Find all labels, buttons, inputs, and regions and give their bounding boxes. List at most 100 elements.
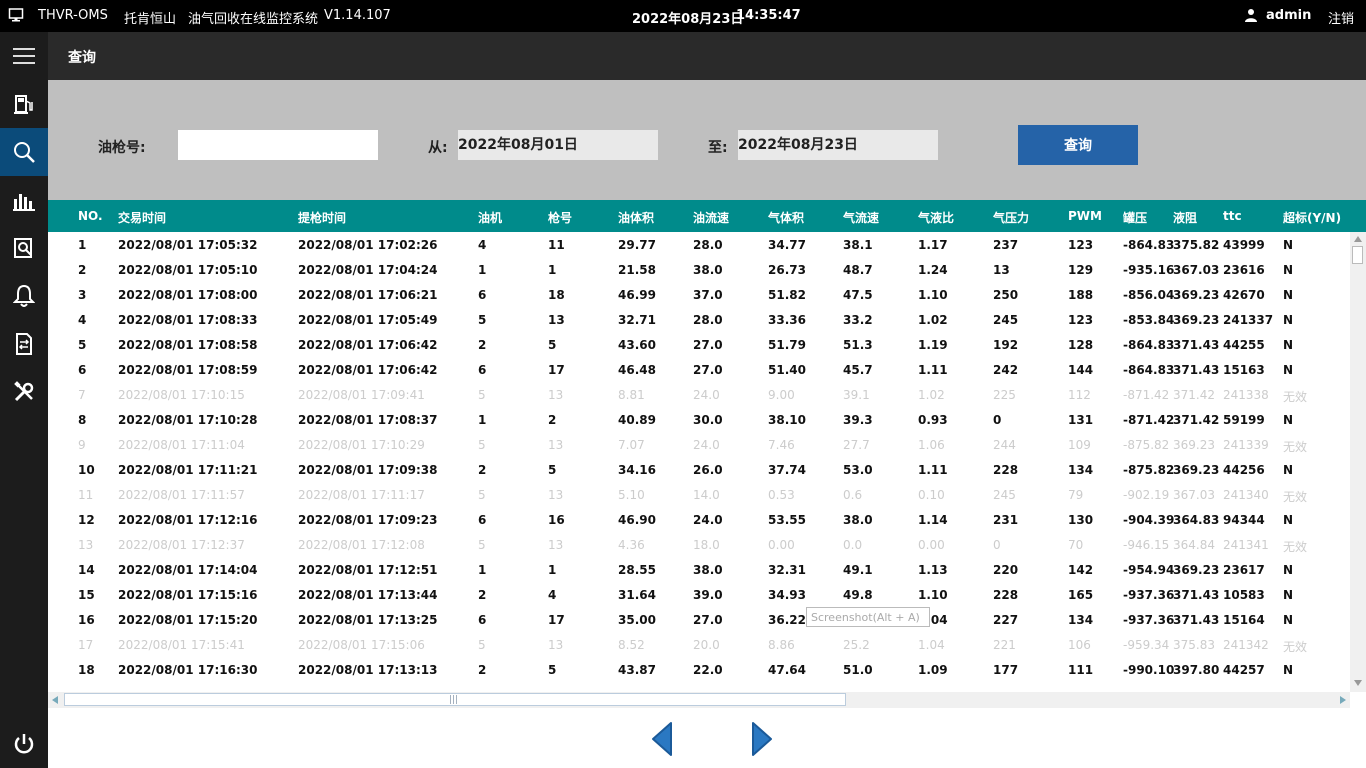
table-cell: 24.0	[693, 388, 720, 402]
logout-link[interactable]: 注销	[1328, 8, 1354, 27]
table-cell: 43999	[1223, 238, 1265, 252]
column-header[interactable]: 油流速	[693, 209, 729, 226]
table-cell: 38.10	[768, 413, 806, 427]
table-cell: 244	[993, 438, 1016, 452]
column-header[interactable]: 油体积	[618, 209, 654, 226]
column-header[interactable]: 超标(Y/N)	[1283, 209, 1341, 226]
table-row[interactable]: 11 2022/08/01 17:11:57 2022/08/01 17:11:17…	[48, 482, 1350, 507]
table-row[interactable]: 4 2022/08/01 17:08:33 2022/08/01 17:05:49 5…	[48, 307, 1350, 332]
sidebar-item-fueling[interactable]	[0, 80, 48, 128]
sidebar-item-statistics[interactable]	[0, 176, 48, 224]
table-cell: -937.36	[1123, 613, 1175, 627]
from-date-field[interactable]: 2022年08月01日	[458, 130, 658, 160]
table-row[interactable]: 7 2022/08/01 17:10:15 2022/08/01 17:09:41 5…	[48, 382, 1350, 407]
table-row[interactable]: 5 2022/08/01 17:08:58 2022/08/01 17:06:42 2…	[48, 332, 1350, 357]
vertical-scrollbar[interactable]	[1350, 232, 1366, 692]
table-row[interactable]: 12 2022/08/01 17:12:16 2022/08/01 17:09:23…	[48, 507, 1350, 532]
table-cell: 53.0	[843, 463, 873, 477]
table-cell: 1.09	[918, 663, 948, 677]
scroll-up-arrow-icon[interactable]	[1354, 236, 1362, 242]
scroll-right-arrow-icon[interactable]	[1340, 696, 1346, 704]
table-row[interactable]: 13 2022/08/01 17:12:37 2022/08/01 17:12:08…	[48, 532, 1350, 557]
table-cell: 94344	[1223, 513, 1265, 527]
column-header[interactable]: 液阻	[1173, 209, 1197, 226]
table-cell: 49.8	[843, 588, 873, 602]
menu-toggle-button[interactable]	[0, 32, 48, 80]
table-cell: 13	[548, 388, 564, 402]
hamburger-icon	[13, 48, 35, 64]
table-row[interactable]: 6 2022/08/01 17:08:59 2022/08/01 17:06:42 6…	[48, 357, 1350, 382]
table-cell: 2022/08/01 17:11:21	[118, 463, 258, 477]
power-button[interactable]	[0, 720, 48, 768]
table-row[interactable]: 3 2022/08/01 17:08:00 2022/08/01 17:06:21 6…	[48, 282, 1350, 307]
bar-chart-icon	[13, 194, 35, 211]
username[interactable]: admin	[1266, 8, 1311, 23]
vertical-scroll-thumb[interactable]	[1352, 246, 1363, 264]
sidebar-item-query[interactable]	[0, 128, 48, 176]
table-row[interactable]: 10 2022/08/01 17:11:21 2022/08/01 17:09:38…	[48, 457, 1350, 482]
table-row[interactable]: 1 2022/08/01 17:05:32 2022/08/01 17:02:26 4…	[48, 232, 1350, 257]
horizontal-scroll-thumb[interactable]: |||	[64, 693, 846, 706]
table-cell: 241338	[1223, 388, 1269, 402]
table-row[interactable]: 17 2022/08/01 17:15:41 2022/08/01 17:15:06…	[48, 632, 1350, 657]
table-cell: 225	[993, 388, 1016, 402]
table-cell: 364.83	[1173, 513, 1220, 527]
table-cell: 2022/08/01 17:08:58	[118, 338, 258, 352]
table-cell: 11	[78, 488, 94, 502]
column-header[interactable]: 气体积	[768, 209, 804, 226]
to-date-field[interactable]: 2022年08月23日	[738, 130, 938, 160]
table-row[interactable]: 9 2022/08/01 17:11:04 2022/08/01 17:10:29 5…	[48, 432, 1350, 457]
table-cell: 1.06	[918, 438, 945, 452]
table-cell: 36.22	[768, 613, 806, 627]
table-cell: 27.0	[693, 338, 723, 352]
scroll-down-arrow-icon[interactable]	[1354, 680, 1362, 686]
table-row[interactable]: 2 2022/08/01 17:05:10 2022/08/01 17:04:24 1…	[48, 257, 1350, 282]
column-header[interactable]: 气压力	[993, 209, 1029, 226]
table-cell: N	[1283, 413, 1294, 427]
query-button[interactable]: 查询	[1018, 125, 1138, 165]
app-name: THVR-OMS	[38, 8, 108, 23]
table-cell: 2022/08/01 17:12:51	[298, 563, 438, 577]
scroll-left-arrow-icon[interactable]	[52, 696, 58, 704]
sidebar-item-transfer[interactable]	[0, 320, 48, 368]
column-header[interactable]: 气液比	[918, 209, 954, 226]
table-cell: N	[1283, 238, 1294, 252]
column-header[interactable]: 气流速	[843, 209, 879, 226]
table-row[interactable]: 18 2022/08/01 17:16:30 2022/08/01 17:13:13…	[48, 657, 1350, 682]
sidebar-item-settings[interactable]	[0, 368, 48, 416]
table-cell: 241342	[1223, 638, 1269, 652]
table-cell: 1.02	[918, 313, 948, 327]
horizontal-scrollbar[interactable]: |||	[48, 692, 1350, 708]
table-cell: 228	[993, 588, 1019, 602]
table-row[interactable]: 16 2022/08/01 17:15:20 2022/08/01 17:13:25…	[48, 607, 1350, 632]
table-cell: -871.42	[1123, 413, 1175, 427]
column-header[interactable]: 交易时间	[118, 209, 166, 226]
table-cell: -959.34	[1123, 638, 1170, 652]
column-header[interactable]: 枪号	[548, 209, 572, 226]
sidebar-item-records[interactable]	[0, 224, 48, 272]
gun-number-input[interactable]	[178, 130, 378, 160]
table-cell: 39.1	[843, 388, 870, 402]
table-row[interactable]: 15 2022/08/01 17:15:16 2022/08/01 17:13:44…	[48, 582, 1350, 607]
table-cell: 11	[548, 238, 565, 252]
column-header[interactable]: NO.	[78, 209, 103, 223]
table-cell: 13	[548, 313, 565, 327]
table-cell: 7.07	[618, 438, 645, 452]
column-header[interactable]: 油机	[478, 209, 502, 226]
table-row[interactable]: 14 2022/08/01 17:14:04 2022/08/01 17:12:51…	[48, 557, 1350, 582]
sidebar-item-alarms[interactable]	[0, 272, 48, 320]
table-cell: 7	[78, 388, 86, 402]
table-cell: 2022/08/01 17:13:25	[298, 613, 438, 627]
previous-page-button[interactable]	[650, 720, 674, 758]
column-header[interactable]: ttc	[1223, 209, 1242, 223]
column-header[interactable]: 提枪时间	[298, 209, 346, 226]
next-page-button[interactable]	[750, 720, 774, 758]
column-header[interactable]: 罐压	[1123, 209, 1147, 226]
table-cell: N	[1283, 613, 1294, 627]
table-row[interactable]: 8 2022/08/01 17:10:28 2022/08/01 17:08:37 1…	[48, 407, 1350, 432]
table-cell: 37.0	[693, 288, 723, 302]
table-cell: 221	[993, 638, 1016, 652]
table-cell: 227	[993, 613, 1019, 627]
table-cell: 2022/08/01 17:15:06	[298, 638, 425, 652]
column-header[interactable]: PWM	[1068, 209, 1102, 223]
